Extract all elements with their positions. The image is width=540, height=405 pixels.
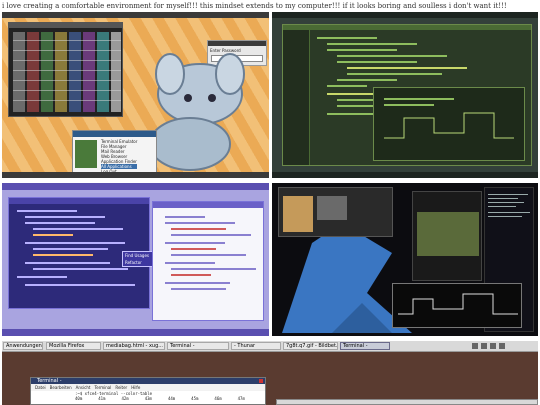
menu-datei[interactable]: Datei — [35, 385, 46, 390]
task-terminal[interactable]: Terminal - — [167, 342, 229, 350]
color-table-header: 40m 41m 42m 43m 44m 45m 46m 47m — [35, 396, 261, 401]
bottom-panel — [272, 172, 538, 178]
menu-ansicht[interactable]: Ansicht — [76, 385, 91, 390]
column-header: 45m — [191, 396, 199, 401]
column-header: 46m — [214, 396, 222, 401]
task-firefox[interactable]: Mozilla Firefox — [46, 342, 101, 350]
column-header: 40m — [75, 396, 83, 401]
top-panel — [2, 12, 269, 18]
color-table-terminal — [8, 22, 123, 117]
network-icon[interactable] — [490, 343, 496, 349]
task-thunar[interactable]: - Thunar — [231, 342, 281, 350]
tray-icons — [472, 343, 536, 349]
editor-sidebar — [283, 30, 310, 165]
terminal-titlebar: Terminal - — [31, 378, 265, 384]
terminal-pane — [373, 87, 525, 161]
menu-hilfe[interactable]: Hilfe — [131, 385, 140, 390]
applications-menu: Terminal Emulator File Manager Mail Read… — [72, 130, 157, 174]
color-grid — [13, 32, 121, 112]
menu-reiter[interactable]: Reiter — [115, 385, 127, 390]
terminal-window: Terminal - Datei Bearbeiten Ansicht Term… — [30, 377, 266, 405]
ide-light-code-lines — [165, 216, 256, 290]
taskbar: Anwendungen Mozilla Firefox mediabag.htm… — [2, 341, 538, 352]
column-header: 41m — [98, 396, 106, 401]
start-button[interactable]: Anwendungen — [3, 342, 43, 350]
column-header: 47m — [237, 396, 245, 401]
post-caption: i love creating a comfortable environmen… — [2, 2, 507, 10]
task-image-viewer[interactable]: 7g8t.q7.gif - Bildbet... — [283, 342, 338, 350]
task-terminal-active[interactable]: Terminal - — [340, 342, 390, 350]
column-header: 43m — [144, 396, 152, 401]
column-header: 42m — [121, 396, 129, 401]
menu-bearbeiten[interactable]: Bearbeiten — [50, 385, 72, 390]
bottom-panel — [2, 172, 269, 178]
code-editor-window — [282, 24, 532, 166]
screenshot-orange-desktop: Enter Password Terminal Emulator File Ma… — [2, 12, 269, 178]
video-window — [412, 191, 482, 281]
top-panel — [2, 183, 269, 190]
bottom-panel — [2, 329, 269, 336]
terminal-title: Terminal - — [37, 378, 62, 384]
media-thumbnail — [317, 196, 347, 220]
editor-titlebar — [283, 25, 531, 30]
second-window — [276, 399, 538, 405]
volume-icon[interactable] — [481, 343, 487, 349]
menu-preview-image — [75, 140, 97, 168]
ide-window-light — [152, 201, 264, 321]
task-mediabag[interactable]: mediabag.html - xug... — [103, 342, 165, 350]
terminal-output — [384, 98, 514, 139]
graph-window — [392, 283, 522, 328]
close-icon[interactable] — [259, 379, 263, 383]
menu-terminal[interactable]: Terminal — [94, 385, 111, 390]
graph-lines — [398, 293, 518, 315]
top-panel — [272, 12, 538, 18]
settings-icon[interactable] — [499, 343, 505, 349]
screenshot-green-editor — [272, 12, 538, 178]
mail-icon[interactable] — [472, 343, 478, 349]
terminal-menubar: Datei Bearbeiten Ansicht Terminal Reiter… — [31, 384, 265, 391]
video-frame — [417, 212, 479, 256]
screenshot-brown-desktop: Anwendungen Mozilla Firefox mediabag.htm… — [2, 341, 538, 405]
screenshot-dark-desktop — [272, 183, 538, 336]
media-window — [278, 187, 393, 237]
column-header: 44m — [167, 396, 176, 401]
media-thumbnail — [283, 196, 313, 232]
terminal-body: :~$ xfce4-terminal --color-table 40m 41m… — [31, 391, 265, 404]
screenshot-purple-ide: Find Usages Refactor — [2, 183, 269, 336]
menu-header — [73, 131, 156, 137]
